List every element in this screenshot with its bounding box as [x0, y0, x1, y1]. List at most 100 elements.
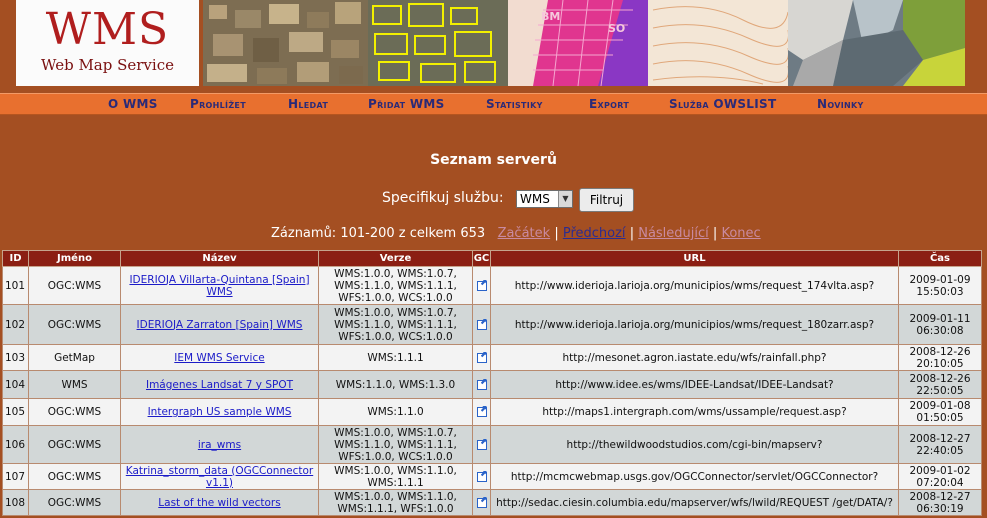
- map-banner-image: BM SO: [203, 0, 965, 86]
- nav-sluzba-owslist[interactable]: Služba OWSLIST: [669, 97, 776, 111]
- cell-gc: [472, 398, 491, 426]
- table-row: 105 OGC:WMS Intergraph US sample WMS WMS…: [2, 398, 982, 426]
- server-name-link[interactable]: ira_wms: [198, 439, 241, 451]
- col-header-id[interactable]: ID: [2, 250, 29, 267]
- logo-subtitle: Web Map Service: [41, 56, 174, 74]
- cell-id: 103: [2, 344, 29, 371]
- pagination-bar: Záznamů: 101-200 z celkem 653 Začátek | …: [271, 226, 761, 241]
- cell-gc: [472, 266, 491, 305]
- server-name-link[interactable]: IEM WMS Service: [174, 352, 264, 364]
- map-label-bm: BM: [541, 10, 560, 23]
- external-link-icon[interactable]: [476, 379, 487, 390]
- server-name-link[interactable]: Katrina_storm_data (OGCConnector v1.1): [126, 465, 313, 489]
- nav-o-wms[interactable]: O WMS: [108, 97, 158, 111]
- nav-hledat[interactable]: Hledat: [288, 97, 328, 111]
- server-name-link[interactable]: IDERIOJA Zarraton [Spain] WMS: [137, 319, 303, 331]
- cell-nazev: IEM WMS Service: [120, 344, 319, 371]
- filter-label: Specifikuj službu:: [382, 190, 504, 206]
- nav-export[interactable]: Export: [589, 97, 629, 111]
- col-header-nazev[interactable]: Název: [120, 250, 319, 267]
- cell-verze: WMS:1.0.0, WMS:1.0.7, WMS:1.1.0, WMS:1.1…: [318, 304, 473, 345]
- pager-first-link[interactable]: Začátek: [498, 226, 551, 241]
- cell-gc: [472, 463, 491, 490]
- nav-pridat-wms[interactable]: Přidat WMS: [368, 97, 445, 111]
- external-link-icon[interactable]: [476, 497, 487, 508]
- cell-gc: [472, 425, 491, 464]
- wms-logo[interactable]: WMS Web Map Service: [16, 0, 199, 86]
- cell-verze: WMS:1.0.0, WMS:1.0.7, WMS:1.1.0, WMS:1.1…: [318, 266, 473, 305]
- cell-url: http://www.iderioja.larioja.org/municipi…: [490, 266, 899, 305]
- cell-verze: WMS:1.0.0, WMS:1.1.0, WMS:1.1.1, WFS:1.0…: [318, 489, 473, 516]
- cell-gc: [472, 370, 491, 399]
- service-select[interactable]: WMS ▼: [516, 190, 573, 208]
- external-link-icon[interactable]: [476, 439, 487, 450]
- cell-jmeno: OGC:WMS: [28, 304, 121, 345]
- cell-nazev: Intergraph US sample WMS: [120, 398, 319, 426]
- cell-jmeno: OGC:WMS: [28, 425, 121, 464]
- pager-prev-link[interactable]: Předchozí: [563, 226, 626, 241]
- page-title: Seznam serverů: [430, 152, 557, 168]
- col-header-jmeno[interactable]: Jméno: [28, 250, 121, 267]
- cell-jmeno: OGC:WMS: [28, 489, 121, 516]
- map-label-so: SO: [608, 22, 625, 35]
- cell-cas: 2008-12-26 20:10:05: [898, 344, 982, 371]
- col-header-url[interactable]: URL: [490, 250, 899, 267]
- filter-button[interactable]: Filtruj: [579, 188, 634, 212]
- col-header-cas[interactable]: Čas: [898, 250, 982, 267]
- server-name-link[interactable]: Last of the wild vectors: [158, 497, 280, 509]
- cell-verze: WMS:1.1.0: [318, 398, 473, 426]
- external-link-icon[interactable]: [476, 280, 487, 291]
- cell-jmeno: OGC:WMS: [28, 463, 121, 490]
- table-row: 102 OGC:WMS IDERIOJA Zarraton [Spain] WM…: [2, 304, 982, 345]
- table-row: 108 OGC:WMS Last of the wild vectors WMS…: [2, 489, 982, 516]
- cell-jmeno: OGC:WMS: [28, 398, 121, 426]
- external-link-icon[interactable]: [476, 471, 487, 482]
- nav-statistiky[interactable]: Statistiky: [486, 97, 543, 111]
- cell-cas: 2009-01-11 06:30:08: [898, 304, 982, 345]
- cell-id: 108: [2, 489, 29, 516]
- col-header-verze[interactable]: Verze: [318, 250, 473, 267]
- external-link-icon[interactable]: [476, 407, 487, 417]
- pager-separator: |: [629, 226, 635, 241]
- cell-id: 104: [2, 370, 29, 399]
- cell-cas: 2009-01-09 15:50:03: [898, 266, 982, 305]
- cell-cas: 2009-01-08 01:50:05: [898, 398, 982, 426]
- cell-nazev: IDERIOJA Zarraton [Spain] WMS: [120, 304, 319, 345]
- pager-separator: |: [554, 226, 559, 241]
- cell-url: http://maps1.intergraph.com/wms/ussample…: [490, 398, 899, 426]
- header-banner: WMS Web Map Service BM SO: [0, 0, 987, 88]
- cell-verze: WMS:1.1.1: [318, 344, 473, 371]
- cell-url: http://www.iderioja.larioja.org/municipi…: [490, 304, 899, 345]
- col-header-gc[interactable]: GC: [472, 250, 491, 267]
- cell-nazev: Imágenes Landsat 7 y SPOT: [120, 370, 319, 399]
- chevron-down-icon[interactable]: ▼: [558, 191, 572, 207]
- external-link-icon[interactable]: [476, 352, 487, 363]
- cell-id: 107: [2, 463, 29, 490]
- cell-verze: WMS:1.0.0, WMS:1.1.0, WMS:1.1.1: [318, 463, 473, 490]
- cell-id: 106: [2, 425, 29, 464]
- external-link-icon[interactable]: [476, 319, 487, 330]
- pager-last-link[interactable]: Konec: [721, 226, 760, 241]
- table-header-row: ID Jméno Název Verze GC URL Čas: [2, 250, 982, 267]
- cell-gc: [472, 304, 491, 345]
- table-row: 107 OGC:WMS Katrina_storm_data (OGCConne…: [2, 463, 982, 490]
- cell-id: 102: [2, 304, 29, 345]
- cell-cas: 2008-12-27 22:40:05: [898, 425, 982, 464]
- cell-url: http://mcmcwebmap.usgs.gov/OGCConnector/…: [490, 463, 899, 490]
- cell-verze: WMS:1.1.0, WMS:1.3.0: [318, 370, 473, 399]
- cell-gc: [472, 344, 491, 371]
- server-name-link[interactable]: IDERIOJA Villarta-Quintana [Spain] WMS: [129, 274, 309, 298]
- nav-novinky[interactable]: Novinky: [817, 97, 864, 111]
- table-row: 104 WMS Imágenes Landsat 7 y SPOT WMS:1.…: [2, 370, 982, 399]
- cell-url: http://sedac.ciesin.columbia.edu/mapserv…: [490, 489, 899, 516]
- pager-next-link[interactable]: Následující: [638, 226, 709, 241]
- cell-cas: 2008-12-26 22:50:05: [898, 370, 982, 399]
- server-name-link[interactable]: Imágenes Landsat 7 y SPOT: [146, 379, 293, 391]
- cell-url: http://www.idee.es/wms/IDEE-Landsat/IDEE…: [490, 370, 899, 399]
- table-row: 103 GetMap IEM WMS Service WMS:1.1.1 htt…: [2, 344, 982, 371]
- records-count: Záznamů: 101-200 z celkem 653: [271, 226, 486, 241]
- servers-table: ID Jméno Název Verze GC URL Čas 101 OGC:…: [2, 250, 982, 516]
- nav-prohlizet[interactable]: Prohlížet: [190, 97, 246, 111]
- server-name-link[interactable]: Intergraph US sample WMS: [148, 406, 292, 418]
- cell-cas: 2009-01-02 07:20:04: [898, 463, 982, 490]
